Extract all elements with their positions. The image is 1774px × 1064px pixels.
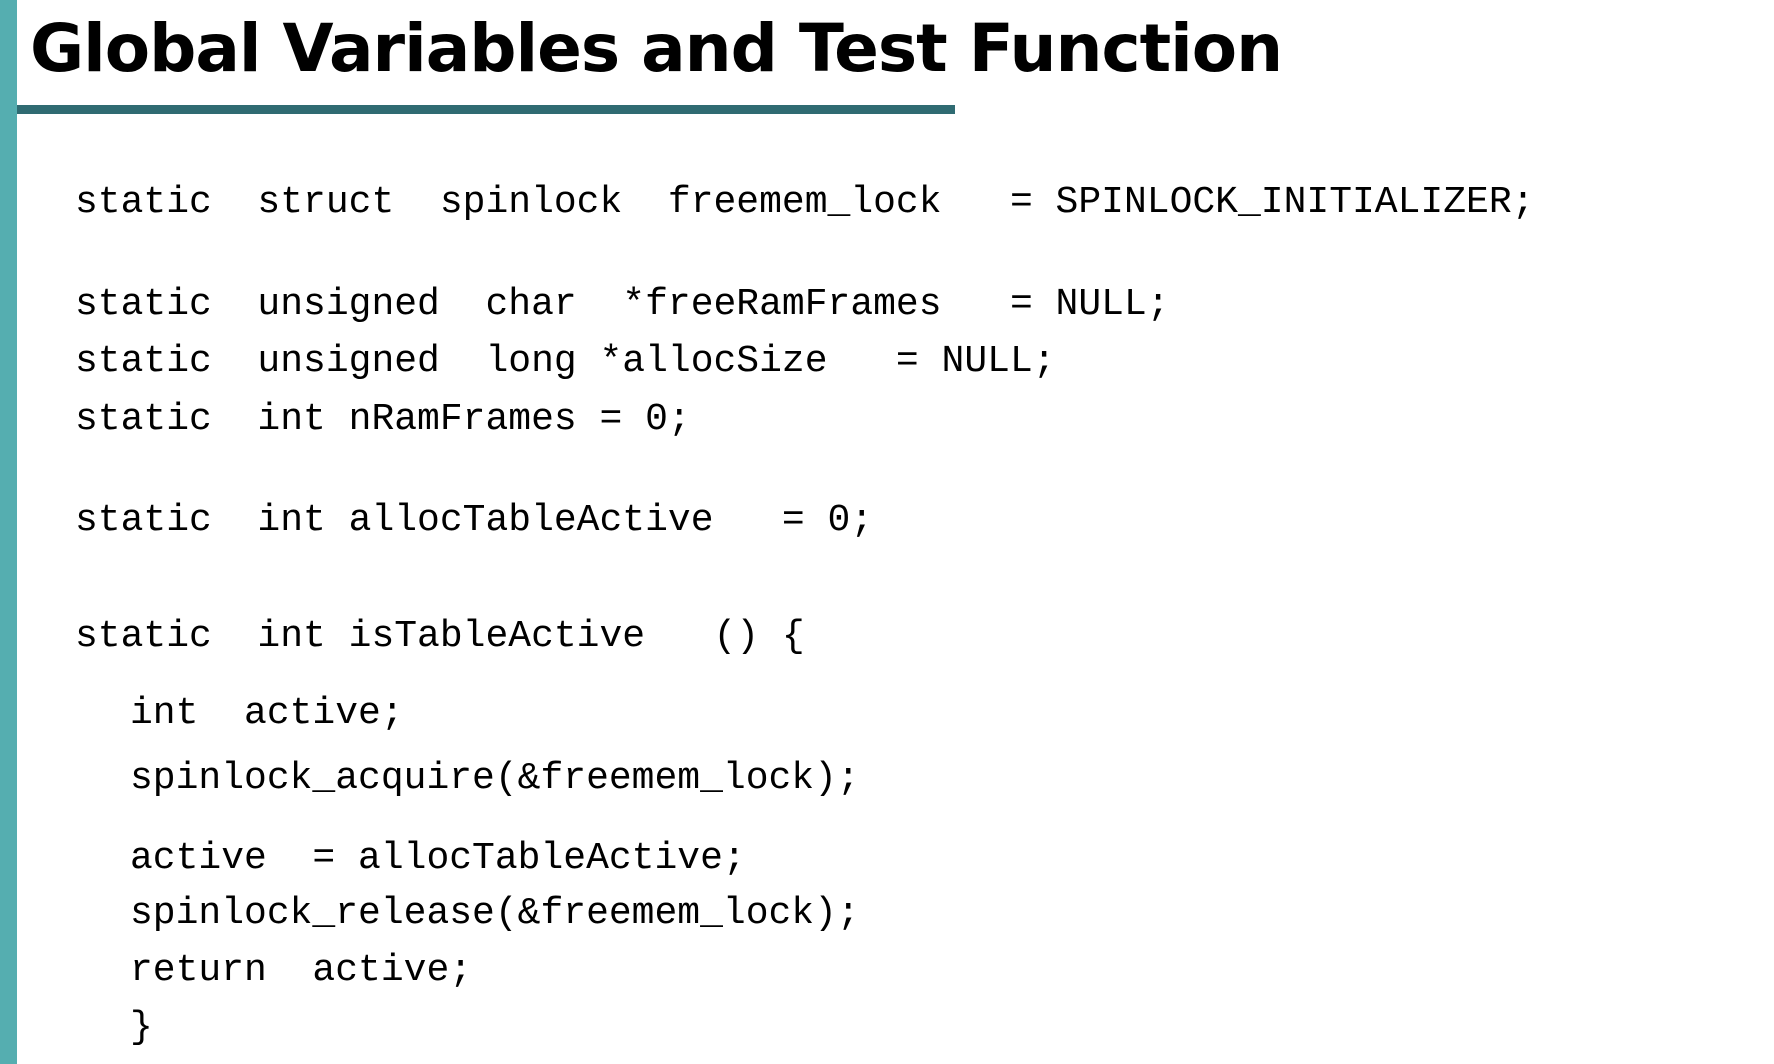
title-underline-rule — [17, 105, 955, 114]
slide-title: Global Variables and Test Function — [30, 10, 1283, 87]
code-line: static int allocTableActive = 0; — [75, 499, 874, 542]
code-line: static unsigned char *freeRamFrames = NU… — [75, 283, 1170, 326]
slide-accent-bar — [0, 0, 17, 1064]
code-line: spinlock_release(&freemem_lock); — [130, 892, 860, 935]
code-line: return active; — [130, 949, 473, 992]
code-line: static struct spinlock freemem_lock = SP… — [75, 181, 1535, 224]
code-line: static int isTableActive () { — [75, 615, 805, 658]
code-line: } — [130, 1006, 153, 1049]
code-line: static int nRamFrames = 0; — [75, 398, 691, 441]
code-line: active = allocTableActive; — [130, 837, 746, 880]
code-line: spinlock_acquire(&freemem_lock); — [130, 757, 860, 800]
code-line: static unsigned long *allocSize = NULL; — [75, 340, 1056, 383]
code-line: int active; — [130, 692, 404, 735]
